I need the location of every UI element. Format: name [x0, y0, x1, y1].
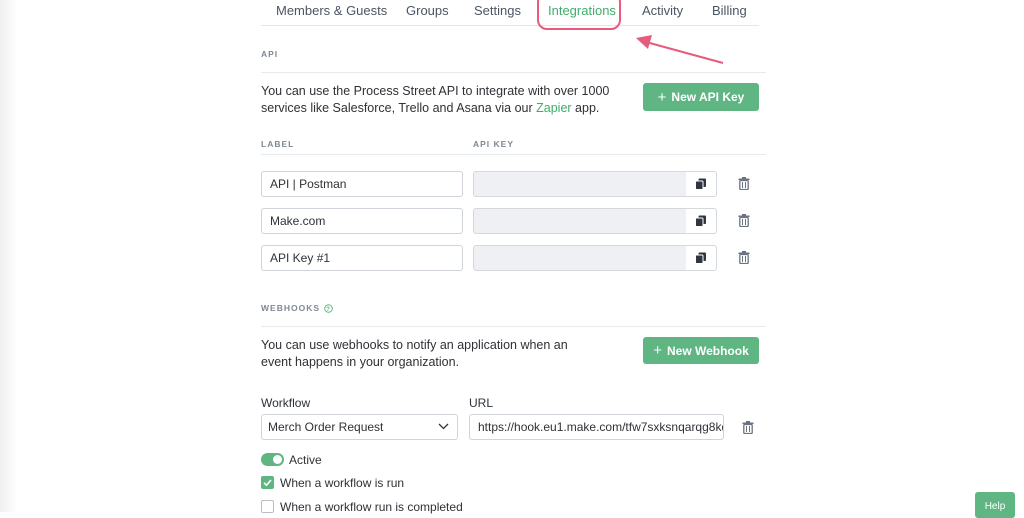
api-key-value-field[interactable]	[473, 208, 687, 234]
copy-button[interactable]	[686, 208, 717, 234]
copy-icon	[695, 215, 706, 227]
workflow-select[interactable]: Merch Order Request	[261, 414, 458, 440]
chevron-down-icon	[438, 423, 449, 430]
settings-tabs: Members & Guests Groups Settings Integra…	[261, 0, 759, 26]
trash-icon[interactable]	[738, 177, 750, 190]
api-key-column-header: API KEY	[473, 139, 515, 149]
api-table-divider	[261, 154, 766, 155]
copy-button[interactable]	[686, 171, 717, 197]
api-intro-text: You can use the Process Street API to in…	[261, 83, 621, 117]
run-trigger-checkbox[interactable]	[261, 476, 274, 489]
new-webhook-button[interactable]: + New Webhook	[643, 337, 759, 364]
tab-activity[interactable]: Activity	[642, 3, 683, 18]
api-key-label-input[interactable]: Make.com	[261, 208, 463, 234]
label-column-header: LABEL	[261, 139, 295, 149]
help-button[interactable]: Help	[975, 492, 1015, 518]
new-webhook-label: New Webhook	[666, 343, 749, 358]
active-toggle[interactable]	[261, 453, 284, 466]
workflow-select-value: Merch Order Request	[268, 420, 384, 434]
webhooks-intro-text: You can use webhooks to notify an applic…	[261, 338, 568, 369]
tab-groups[interactable]: Groups	[406, 3, 449, 18]
api-key-value-field[interactable]	[473, 245, 687, 271]
api-section-label: API	[261, 49, 279, 59]
help-circle-icon[interactable]: ?	[324, 303, 333, 313]
tab-members-guests[interactable]: Members & Guests	[276, 3, 387, 18]
plus-icon: +	[653, 342, 662, 359]
api-intro-part-2: app.	[571, 101, 600, 115]
left-shadow	[0, 0, 18, 512]
integrations-highlight-outline	[537, 0, 621, 30]
copy-icon	[695, 178, 706, 190]
api-key-value-field[interactable]	[473, 171, 687, 197]
trash-icon[interactable]	[738, 214, 750, 227]
zapier-link[interactable]: Zapier	[536, 101, 571, 115]
webhooks-divider	[261, 326, 766, 327]
trash-icon[interactable]	[738, 251, 750, 264]
copy-button[interactable]	[686, 245, 717, 271]
new-api-key-button[interactable]: + New API Key	[643, 83, 759, 111]
completed-trigger-checkbox[interactable]	[261, 500, 274, 513]
webhooks-section-header: WEBHOOKS ?	[261, 303, 333, 313]
workflow-field-label: Workflow	[261, 396, 311, 410]
copy-icon	[695, 252, 706, 264]
toggle-knob	[273, 455, 282, 464]
active-label: Active	[289, 453, 322, 467]
api-key-label-input[interactable]: API Key #1	[261, 245, 463, 271]
new-api-key-label: New API Key	[671, 90, 745, 104]
webhook-url-input[interactable]: https://hook.eu1.make.com/tfw7sxksnqarqg…	[469, 414, 724, 440]
tab-settings[interactable]: Settings	[474, 3, 521, 18]
url-field-label: URL	[469, 396, 494, 410]
webhooks-section-label: WEBHOOKS	[261, 303, 320, 313]
trash-icon[interactable]	[742, 421, 754, 434]
checkmark-icon	[263, 479, 272, 487]
plus-icon: +	[657, 88, 667, 106]
api-divider	[261, 72, 766, 73]
svg-text:?: ?	[326, 306, 331, 312]
run-trigger-label: When a workflow is run	[280, 476, 405, 490]
api-key-label-input[interactable]: API | Postman	[261, 171, 463, 197]
tab-billing[interactable]: Billing	[712, 3, 747, 18]
